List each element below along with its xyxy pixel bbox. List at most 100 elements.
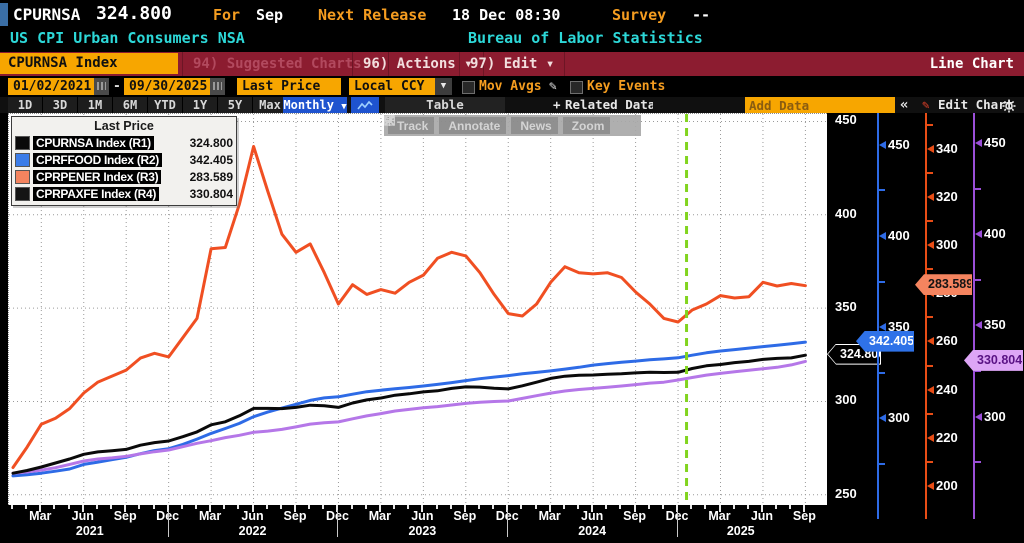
month-tick [605,505,607,509]
legend-value: 283.589 [190,170,233,184]
month-tick [704,505,706,509]
currency-selector[interactable]: Local CCY [349,78,435,95]
security-header: CPURNSA 324.800 For Sep Next Release 18 … [0,0,1024,52]
related-data-button[interactable]: Related Data [565,97,653,113]
legend-row[interactable]: CPRPENER Index (R3) 283.589 [15,168,233,185]
month-tick [407,505,409,509]
month-tick [775,505,777,509]
legend-swatch [15,170,30,184]
zoom-button: Zoom [563,117,611,134]
month-label: Jun [241,509,263,523]
axis-tick [879,414,886,422]
axis-minor-tick [926,268,933,270]
axis-tick [927,193,934,201]
range-tab-5y[interactable]: 5Y [218,97,253,113]
month-tick [690,505,692,509]
year-separator [337,510,338,537]
axis-tick [975,139,982,147]
legend-swatch [15,153,30,167]
key-events-checkbox[interactable] [570,81,583,94]
axis-tick [879,141,886,149]
pencil-icon[interactable]: ✎ [549,78,557,95]
month-label: Mar [539,509,561,523]
range-tab-6m[interactable]: 6M [113,97,148,113]
range-tab-1y[interactable]: 1Y [183,97,218,113]
menu-edit[interactable]: 97) Edit ▾ [459,52,565,76]
mov-avgs-label[interactable]: Mov Avgs [479,78,542,95]
year-separator [677,510,678,537]
security-field[interactable]: CPURNSA Index [0,53,178,74]
legend-row[interactable]: CPURNSA Index (R1)324.800 [15,134,233,151]
key-events-label[interactable]: Key Events [587,78,665,95]
axis-minor-tick [878,372,885,374]
collapse-panel-button[interactable]: « [900,97,908,113]
last-value-tag-r3: 283.589 [915,274,972,295]
month-tick [450,505,452,509]
month-label: Sep [114,509,137,523]
axis-label-r2: 400 [888,228,910,243]
currency-dropdown-button[interactable]: ▼ [435,78,452,95]
next-release-value: 18 Dec 08:30 [452,6,560,24]
axis-tick [927,145,934,153]
axis-tick [927,434,934,442]
chevron-down-icon: ▼ [341,102,346,112]
plot-area[interactable]: TrackAnnotateNewsZoom Last Price CPURNSA… [8,113,827,505]
date-to-input[interactable]: 09/30/2025 [124,78,210,95]
axis-tick [975,321,982,329]
chevron-down-icon: ▾ [546,56,554,72]
month-tick [365,505,367,509]
range-tab-ytd[interactable]: YTD [148,97,183,113]
x-axis: MarJunSepDecMarJunSepDecMarJunSepDecMarJ… [8,505,827,543]
legend-row[interactable]: CPRFFOOD Index (R2) 342.405 [15,151,233,168]
year-label: 2023 [408,524,436,538]
data-source: Bureau of Labor Statistics [468,29,703,47]
range-tab-3d[interactable]: 3D [43,97,78,113]
range-tab-1d[interactable]: 1D [8,97,43,113]
axis-tick [927,337,934,345]
axis-label-r1: 300 [835,392,857,407]
last-price-value: 324.800 [96,3,172,24]
month-tick [393,505,395,509]
legend-label: CPRFFOOD Index (R2) [33,153,162,167]
month-tick [733,505,735,509]
axis-label-r4: 450 [984,135,1006,150]
month-tick [535,505,537,509]
axis-minor-tick [926,461,933,463]
plus-icon: + [553,97,561,113]
line-chart-mode-button[interactable] [351,97,379,113]
field-selector[interactable]: Last Price [237,78,341,95]
axis-minor-tick [878,189,885,191]
month-label: Mar [708,509,730,523]
legend-row[interactable]: CPRPAXFE Index (R4)330.804 [15,185,233,202]
legend-value: 342.405 [190,153,233,167]
calendar-icon[interactable] [94,78,109,95]
range-tab-1m[interactable]: 1M [78,97,113,113]
month-label: Mar [369,509,391,523]
month-tick [351,505,353,509]
survey-label: Survey [612,6,666,24]
axis-label-r1: 400 [835,206,857,221]
month-label: Sep [453,509,476,523]
axis-minor-tick [926,316,933,318]
legend-label: CPRPENER Index (R3) [33,170,161,184]
chart-legend[interactable]: Last Price CPURNSA Index (R1)324.800CPRF… [11,116,237,206]
date-from-input[interactable]: 01/02/2021 [8,78,94,95]
calendar-icon[interactable] [210,78,225,95]
month-label: Jun [411,509,433,523]
period-selector[interactable]: Monthly ▼ [283,97,347,113]
axis-label-r3: 260 [936,333,958,348]
table-button[interactable]: Table [385,97,505,113]
month-label: Jun [581,509,603,523]
month-tick [563,505,565,509]
line-chart-icon [357,100,373,111]
add-data-input[interactable] [745,97,895,113]
legend-title: Last Price [15,119,233,133]
axis-label-r1: 250 [835,486,857,501]
axis-minor-tick [926,220,933,222]
edit-chart-pencil-icon: ✎ [922,97,930,113]
axis-minor-tick [974,279,981,281]
axis-tick [927,386,934,394]
mov-avgs-checkbox[interactable] [462,81,475,94]
right-axes-panel: 450400350300250324.800450400350300342.40… [827,113,1024,505]
year-separator [168,510,169,537]
